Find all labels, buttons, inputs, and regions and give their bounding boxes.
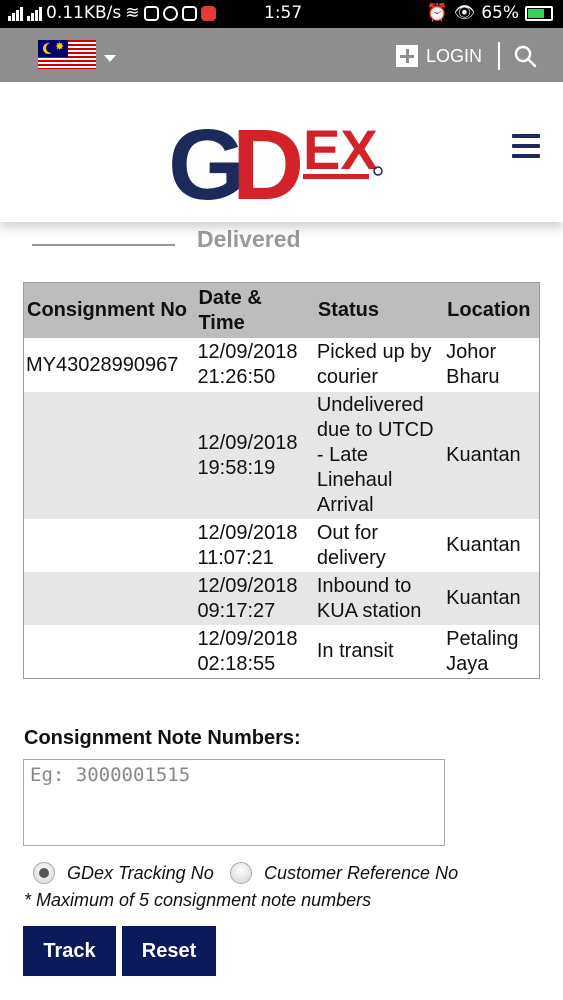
status-cell: Undelivered due to UTCD - Late Linehaul … bbox=[314, 392, 445, 519]
svg-text:EX: EX bbox=[303, 118, 378, 181]
eye-icon: 👁 bbox=[453, 3, 476, 23]
phone-app-icon bbox=[200, 5, 216, 21]
consignment-cell bbox=[24, 519, 195, 572]
whatsapp-icon bbox=[162, 5, 178, 21]
column-header: Date & Time bbox=[195, 283, 315, 338]
consignment-number-input[interactable] bbox=[23, 759, 445, 846]
column-header: Consignment No bbox=[24, 283, 196, 338]
tab-delivered[interactable]: Delivered bbox=[197, 226, 301, 253]
signal-icon bbox=[27, 5, 42, 21]
table-header-row: Consignment No Date & Time Status Locati… bbox=[24, 283, 539, 338]
tracking-table: Consignment No Date & Time Status Locati… bbox=[23, 282, 540, 679]
radio-label: Customer Reference No bbox=[264, 862, 459, 883]
plus-icon bbox=[396, 45, 418, 67]
table-row: 12/09/2018 11:07:21 Out for delivery Kua… bbox=[24, 519, 539, 572]
instagram-icon bbox=[143, 5, 159, 21]
svg-text:G: G bbox=[168, 114, 240, 204]
reset-button[interactable]: Reset bbox=[122, 926, 216, 976]
facebook-icon bbox=[181, 5, 197, 21]
datetime-cell: 12/09/2018 21:26:50 bbox=[197, 341, 298, 388]
consignment-note-label: Consignment Note Numbers: bbox=[24, 727, 301, 749]
radio-gdex-tracking[interactable]: GDex Tracking No bbox=[33, 862, 214, 884]
datetime-cell: 12/09/2018 09:17:27 bbox=[195, 572, 315, 625]
table-row: 12/09/2018 19:58:19 Undelivered due to U… bbox=[24, 392, 539, 519]
column-header: Status bbox=[314, 283, 445, 338]
location-cell: Kuantan bbox=[444, 392, 539, 519]
table-row: 12/09/2018 02:18:55 In transit Petaling … bbox=[24, 625, 539, 678]
status-cell: In transit bbox=[316, 640, 394, 662]
consignment-cell bbox=[24, 625, 195, 678]
location-cell: Kuantan bbox=[444, 572, 539, 625]
status-right: ⏰ 👁 65% bbox=[426, 3, 553, 23]
malaysia-flag-icon[interactable]: ✸ bbox=[38, 40, 96, 69]
location-cell: Petaling Jaya bbox=[446, 627, 519, 675]
search-icon[interactable] bbox=[513, 44, 537, 68]
radio-customer-reference[interactable]: Customer Reference No bbox=[230, 862, 458, 884]
status-bar: 0.11KB/s ≋ 1:57 ⏰ 👁 65% bbox=[0, 0, 563, 28]
table-row: 12/09/2018 09:17:27 Inbound to KUA stati… bbox=[24, 572, 539, 625]
status-cell: Out for delivery bbox=[316, 521, 386, 569]
status-cell: Picked up by courier bbox=[316, 341, 432, 388]
battery-percent: 65% bbox=[481, 3, 519, 23]
wifi-icon: ≋ bbox=[125, 3, 140, 23]
divider bbox=[498, 42, 500, 70]
hamburger-menu-icon[interactable] bbox=[512, 134, 540, 158]
datetime-cell: 12/09/2018 02:18:55 bbox=[197, 627, 298, 675]
track-button[interactable]: Track bbox=[23, 926, 116, 976]
location-cell: Johor Bharu bbox=[446, 341, 500, 388]
radio-button[interactable] bbox=[230, 862, 252, 884]
site-header: G D EX bbox=[0, 82, 563, 222]
consignment-cell bbox=[24, 572, 196, 625]
location-cell: Kuantan bbox=[446, 534, 521, 556]
signal-icon bbox=[8, 5, 23, 21]
gdex-logo[interactable]: G D EX bbox=[168, 114, 388, 204]
svg-text:D: D bbox=[232, 114, 304, 204]
chevron-down-icon[interactable] bbox=[104, 55, 116, 62]
net-speed: 0.11KB/s bbox=[46, 3, 122, 23]
login-label: LOGIN bbox=[426, 45, 483, 66]
battery-icon bbox=[525, 5, 553, 21]
consignment-cell: MY43028990967 bbox=[26, 353, 179, 376]
clock: 1:57 bbox=[264, 3, 303, 23]
alarm-icon: ⏰ bbox=[426, 3, 448, 23]
status-left: 0.11KB/s ≋ bbox=[8, 3, 216, 23]
consignment-cell bbox=[24, 392, 196, 519]
top-bar: ✸ LOGIN bbox=[0, 28, 563, 82]
tab-underline bbox=[32, 244, 175, 246]
radio-button-checked[interactable] bbox=[33, 862, 55, 884]
radio-label: GDex Tracking No bbox=[67, 862, 214, 883]
login-button[interactable]: LOGIN bbox=[396, 45, 482, 67]
column-header: Location bbox=[444, 283, 539, 338]
table-row: MY43028990967 12/09/2018 21:26:50 Picked… bbox=[24, 338, 539, 392]
datetime-cell: 12/09/2018 11:07:21 bbox=[197, 521, 298, 569]
max-note: * Maximum of 5 consignment note numbers bbox=[24, 890, 372, 910]
status-cell: Inbound to KUA station bbox=[314, 572, 445, 625]
datetime-cell: 12/09/2018 19:58:19 bbox=[195, 392, 315, 519]
